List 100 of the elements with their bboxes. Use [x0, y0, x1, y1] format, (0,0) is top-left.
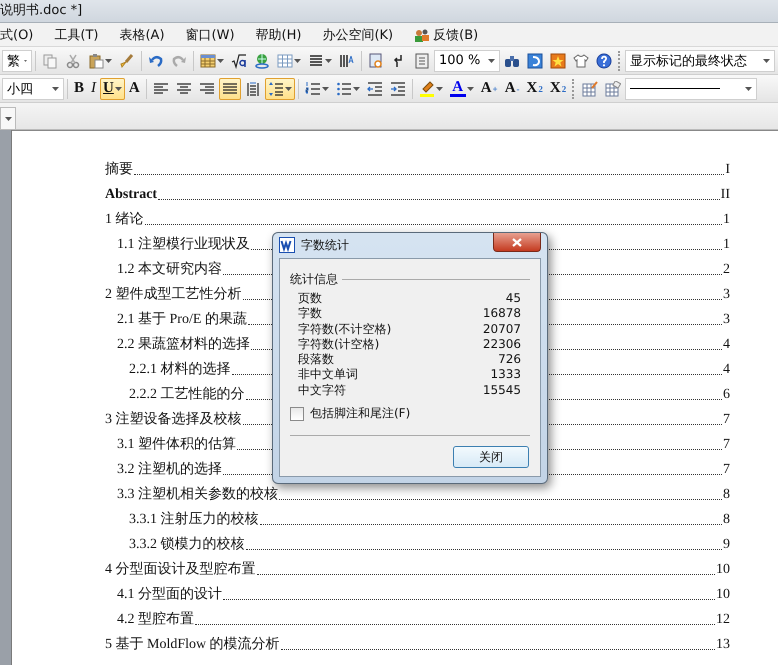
swirl-icon: [527, 52, 543, 68]
stat-value: 22306: [482, 336, 521, 352]
toc-entry[interactable]: 2.2 果蔬篮材料的选择: [117, 332, 250, 357]
stat-value: 726: [498, 352, 521, 368]
formula-icon: [231, 52, 247, 68]
border-style-dropdown[interactable]: [625, 78, 758, 100]
stat-value: 16878: [482, 306, 521, 322]
align-center-icon: [176, 80, 192, 96]
menu-item[interactable]: 表格(A): [119, 26, 175, 44]
page-number: 1: [723, 211, 730, 229]
underline-button[interactable]: U: [100, 78, 125, 100]
page-number: I: [725, 161, 730, 179]
page-number: 8: [723, 511, 730, 529]
zoom-field[interactable]: 100 %: [434, 50, 500, 72]
stat-label: 字符数(计空格): [298, 336, 380, 352]
bullet-list-icon: [336, 80, 352, 96]
scissors-icon: [65, 52, 81, 68]
line-spacing-button[interactable]: [264, 78, 295, 100]
menu-item[interactable]: 式(O): [0, 26, 44, 44]
toc-entry[interactable]: 3.3 注塑机相关参数的校核: [117, 482, 278, 507]
stat-value: 15545: [482, 382, 521, 398]
menu-item[interactable]: 工具(T): [54, 26, 108, 44]
page-number: 12: [716, 611, 730, 629]
menu-item[interactable]: 窗口(W): [186, 26, 245, 44]
page-number: II: [720, 186, 730, 204]
toc-entry[interactable]: 2.2.1 材料的选择: [129, 357, 230, 382]
people-icon: [414, 26, 430, 42]
caret-icon: [114, 86, 122, 90]
caret-icon: [4, 116, 12, 120]
toc-entry[interactable]: 4.1 分型面的设计: [117, 582, 222, 607]
star-icon: [550, 52, 566, 68]
checkbox-label: 包括脚注和尾注(F): [310, 405, 410, 422]
distribute-icon: [244, 80, 261, 96]
caret-icon: [52, 86, 59, 90]
window-title: 说明书.doc *]: [0, 2, 84, 20]
dropdown-button[interactable]: [0, 107, 16, 129]
globe-icon: [254, 52, 270, 68]
bold-button[interactable]: B: [71, 78, 88, 100]
toc-entry[interactable]: 3.3.1 注射压力的校核: [129, 507, 258, 532]
script-dropdown[interactable]: 繁: [2, 50, 32, 72]
page-number: 10: [716, 586, 730, 604]
grid-icon: [277, 52, 293, 68]
numbered-list-icon: [304, 80, 321, 96]
page-number: 6: [723, 386, 730, 404]
preview-icon: [368, 52, 384, 68]
page-number: 10: [716, 561, 730, 579]
app-logo-icon: [279, 237, 295, 254]
line-spacing-icon: [268, 80, 284, 96]
menu-item[interactable]: 办公空间(K): [322, 26, 404, 44]
toc-entry[interactable]: 3 注塑设备选择及校核: [105, 407, 242, 432]
help-icon: [596, 52, 612, 68]
toc-entry[interactable]: 2.2.2 工艺性能的分: [129, 382, 244, 407]
toc-entry[interactable]: 3.1 塑件体积的估算: [117, 432, 236, 457]
caret-icon: [352, 86, 360, 90]
caret-icon: [217, 58, 224, 62]
justify-icon: [222, 80, 238, 96]
stat-label: 中文字符: [298, 382, 346, 398]
group-label: 统计信息: [290, 270, 338, 288]
page-number: 3: [723, 311, 730, 329]
stat-label: 段落数: [298, 352, 334, 368]
toc-entry[interactable]: 2.1 基于 Pro/E 的果蔬: [117, 307, 247, 332]
checkbox[interactable]: [290, 406, 304, 420]
italic-button[interactable]: I: [88, 78, 100, 100]
close-dialog-button[interactable]: 关闭: [453, 446, 529, 468]
toc-entry[interactable]: 1.2 本文研究内容: [117, 257, 222, 282]
toc-entry[interactable]: 3.3.2 锁模力的校核: [129, 532, 244, 557]
shirt-icon: [573, 52, 589, 68]
text-format-button[interactable]: A: [126, 78, 143, 100]
toc-entry[interactable]: 摘要: [105, 157, 133, 182]
close-button[interactable]: [493, 233, 541, 252]
table-pencil-icon: [582, 80, 598, 96]
page-number: 7: [723, 461, 730, 479]
toc-entry[interactable]: 4.2 型腔布置: [117, 607, 194, 632]
caret-icon: [488, 58, 495, 62]
justify-button[interactable]: [218, 78, 241, 100]
table-eraser-icon: [605, 80, 622, 96]
toc-entry[interactable]: 1 绪论: [105, 207, 144, 232]
stat-label: 字符数(不计空格): [298, 322, 392, 337]
toc-entry[interactable]: 5 基于 MoldFlow 的模流分析: [105, 632, 280, 657]
page-number: 9: [723, 536, 730, 554]
toc-entry[interactable]: 4 分型面设计及型腔布置: [105, 557, 256, 582]
menu-item[interactable]: 帮助(H): [256, 26, 312, 44]
page-number: 4: [723, 336, 730, 354]
font-color-button[interactable]: A: [446, 78, 477, 100]
toc-entry[interactable]: 3.2 注塑机的选择: [117, 457, 222, 482]
table-icon: [200, 52, 216, 68]
toc-entry[interactable]: 2 塑件成型工艺性分析: [105, 282, 242, 307]
paintbrush-icon: [119, 52, 135, 68]
markup-view-dropdown[interactable]: 显示标记的最终状态: [625, 50, 775, 72]
toc-entry[interactable]: Abstract: [105, 182, 158, 207]
toc-entry[interactable]: 1.1 注塑模行业现状及: [117, 232, 250, 257]
font-size-field[interactable]: 小四: [2, 78, 64, 100]
stat-label: 页数: [298, 290, 322, 306]
page-number: 4: [723, 361, 730, 379]
page-number: 3: [723, 286, 730, 304]
menu-item[interactable]: 反馈(B): [414, 26, 488, 44]
text-direction-icon: [339, 52, 355, 68]
caret-icon: [105, 58, 112, 62]
copy-icon: [42, 52, 58, 68]
stat-value: 1333: [490, 367, 521, 383]
